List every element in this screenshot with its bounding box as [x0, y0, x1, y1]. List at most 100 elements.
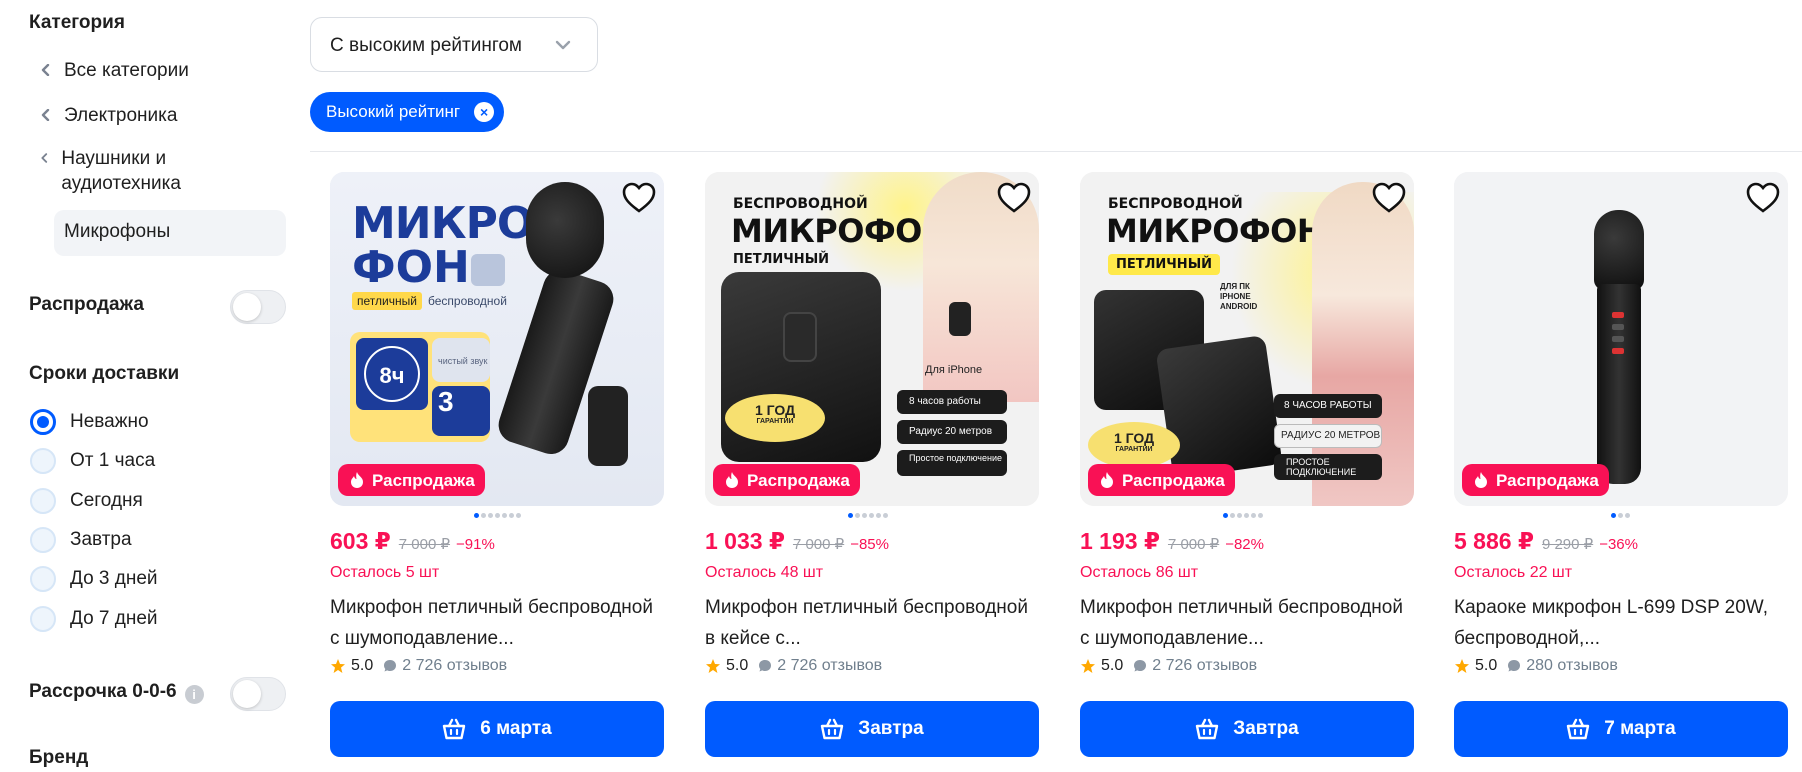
- rating-row[interactable]: 5.0 2 726 отзывов: [330, 657, 507, 675]
- warranty-sub: ГАРАНТИИ: [1115, 446, 1153, 453]
- heart-icon[interactable]: [1372, 182, 1406, 214]
- add-to-cart-button[interactable]: 7 марта: [1454, 701, 1788, 757]
- flame-icon: [1101, 472, 1113, 488]
- delivery-option[interactable]: До 3 дней: [30, 566, 158, 592]
- stock-left: Осталось 22 шт: [1454, 564, 1573, 581]
- divider: [310, 151, 1802, 152]
- product-image[interactable]: БЕСПРОВОДНОЙ МИКРОФОН ПЕТЛИЧНЫЙ 1 ГОД ГА…: [705, 172, 1039, 506]
- star-icon: [331, 659, 345, 673]
- image-tag-1: петличный: [352, 292, 422, 310]
- delivery-option[interactable]: До 7 дней: [30, 606, 158, 632]
- chat-bubble-icon: [1134, 660, 1147, 672]
- sale-toggle[interactable]: [230, 290, 286, 324]
- category-link-label: Наушники и аудиотехника: [61, 148, 181, 194]
- product-card[interactable]: МИКРО ФОН петличный беспроводной 8ч чист…: [330, 172, 664, 762]
- price-discount: −85%: [850, 536, 889, 553]
- info-icon[interactable]: i: [184, 685, 204, 704]
- product-image[interactable]: БЕСПРОВОДНОЙ МИКРОФОН ПЕТЛИЧНЫЙ ДЛЯ ПК I…: [1080, 172, 1414, 506]
- rating-row[interactable]: 5.0 2 726 отзывов: [1080, 657, 1257, 675]
- heart-icon[interactable]: [622, 182, 656, 214]
- product-title[interactable]: Микрофон петличный беспроводной с шумопо…: [330, 592, 664, 654]
- delivery-option[interactable]: Сегодня: [30, 488, 143, 514]
- product-image[interactable]: МИКРО ФОН петличный беспроводной 8ч чист…: [330, 172, 664, 506]
- radio-button[interactable]: [30, 566, 56, 592]
- radio-button[interactable]: [30, 488, 56, 514]
- image-pagination[interactable]: [474, 513, 521, 519]
- active-filter-chip[interactable]: Высокий рейтинг ×: [310, 92, 505, 132]
- delivery-option[interactable]: Завтра: [30, 527, 132, 553]
- product-title[interactable]: Микрофон петличный беспроводной в кейсе …: [705, 592, 1039, 654]
- image-hours-block: 8ч: [356, 338, 428, 410]
- image-headline: МИКРОФОН: [731, 212, 949, 250]
- price-old: 9 290 ₽: [1541, 536, 1594, 553]
- reviews-count: 2 726 отзывов: [777, 657, 883, 674]
- price-discount: −36%: [1599, 536, 1638, 553]
- mic-windscreen: [526, 182, 604, 278]
- close-icon[interactable]: ×: [474, 102, 495, 122]
- warranty-seal: 1 ГОД ГАРАНТИИ: [725, 394, 825, 442]
- delivery-option[interactable]: От 1 часа: [30, 448, 155, 474]
- category-selected-microphones[interactable]: Микрофоны: [54, 210, 286, 256]
- heart-icon[interactable]: [1746, 182, 1780, 214]
- image-feature-3: ПРОСТОЕ ПОДКЛЮЧЕНИЕ: [1274, 454, 1382, 480]
- flame-icon: [726, 472, 738, 488]
- star-icon: [1455, 659, 1469, 673]
- price-current: 603 ₽: [330, 528, 391, 554]
- image-pagination[interactable]: [1611, 513, 1630, 519]
- warranty-seal: 1 ГОД ГАРАНТИИ: [1088, 422, 1180, 468]
- chevron-left-icon: [41, 64, 50, 76]
- radio-button[interactable]: [30, 448, 56, 474]
- rating-row[interactable]: 5.0 2 726 отзывов: [705, 657, 882, 675]
- add-to-cart-button[interactable]: 6 марта: [330, 701, 664, 757]
- heart-icon[interactable]: [997, 182, 1031, 214]
- delivery-heading: Сроки доставки: [29, 363, 180, 384]
- radio-button[interactable]: [30, 527, 56, 553]
- image-feature-3: Простое подключение: [897, 450, 1007, 476]
- sort-dropdown[interactable]: С высоким рейтингом: [310, 17, 598, 72]
- price-line: 1 193 ₽ 7 000 ₽ −82%: [1080, 528, 1264, 555]
- image-secs-block: 3: [432, 386, 490, 436]
- reviews-count: 2 726 отзывов: [402, 657, 508, 674]
- delivery-option-label: До 3 дней: [70, 568, 158, 589]
- price-line: 5 886 ₽ 9 290 ₽ −36%: [1454, 528, 1638, 555]
- filters-sidebar: Категория Все категории Электроника Науш…: [0, 0, 300, 772]
- category-link-all[interactable]: Все категории: [40, 58, 189, 83]
- radio-button[interactable]: [30, 606, 56, 632]
- delivery-date: 6 марта: [480, 718, 552, 739]
- image-pagination[interactable]: [1223, 513, 1263, 519]
- image-pagination[interactable]: [848, 513, 888, 519]
- delivery-option[interactable]: Неважно: [30, 409, 149, 435]
- category-link-electronics[interactable]: Электроника: [40, 103, 177, 128]
- category-link-headphones[interactable]: Наушники и аудиотехника: [40, 146, 240, 196]
- delivery-option-label: От 1 часа: [70, 450, 156, 471]
- category-link-label: Электроника: [64, 105, 178, 126]
- price-old: 7 000 ₽: [1167, 536, 1220, 553]
- installment-toggle[interactable]: [230, 677, 286, 711]
- product-card[interactable]: БЕСПРОВОДНОЙ МИКРОФОН ПЕТЛИЧНЫЙ 1 ГОД ГА…: [705, 172, 1039, 762]
- product-image[interactable]: [1454, 172, 1788, 506]
- delivery-date: 7 марта: [1604, 718, 1676, 739]
- chevron-left-icon: [41, 153, 48, 163]
- price-current: 5 886 ₽: [1454, 528, 1534, 554]
- add-to-cart-button[interactable]: Завтра: [1080, 701, 1414, 757]
- chip-label: Высокий рейтинг: [326, 102, 461, 121]
- product-card[interactable]: Распродажа 5 886 ₽ 9 290 ₽ −36% Осталось…: [1454, 172, 1788, 762]
- brand-heading: Бренд: [29, 747, 89, 768]
- delivery-option-label: Неважно: [70, 411, 149, 432]
- add-to-cart-button[interactable]: Завтра: [705, 701, 1039, 757]
- karaoke-mic-head: [1594, 210, 1644, 290]
- image-hours: 8ч: [364, 346, 420, 402]
- product-title[interactable]: Микрофон петличный беспроводной с шумопо…: [1080, 592, 1414, 654]
- product-card[interactable]: БЕСПРОВОДНОЙ МИКРОФОН ПЕТЛИЧНЫЙ ДЛЯ ПК I…: [1080, 172, 1414, 762]
- rating-value: 5.0: [1475, 657, 1498, 674]
- warranty-title: 1 ГОД: [754, 402, 796, 418]
- price-current: 1 193 ₽: [1080, 528, 1160, 554]
- rating-row[interactable]: 5.0 280 отзывов: [1454, 657, 1618, 675]
- cart-icon: [821, 718, 844, 740]
- product-title[interactable]: Караоке микрофон L-699 DSP 20W, беспрово…: [1454, 592, 1788, 654]
- delivery-option-label: Сегодня: [70, 490, 143, 511]
- radio-button[interactable]: [30, 409, 56, 435]
- rating-value: 5.0: [1101, 657, 1124, 674]
- flame-icon: [1475, 472, 1487, 488]
- image-iphone-label: Для iPhone: [925, 364, 983, 376]
